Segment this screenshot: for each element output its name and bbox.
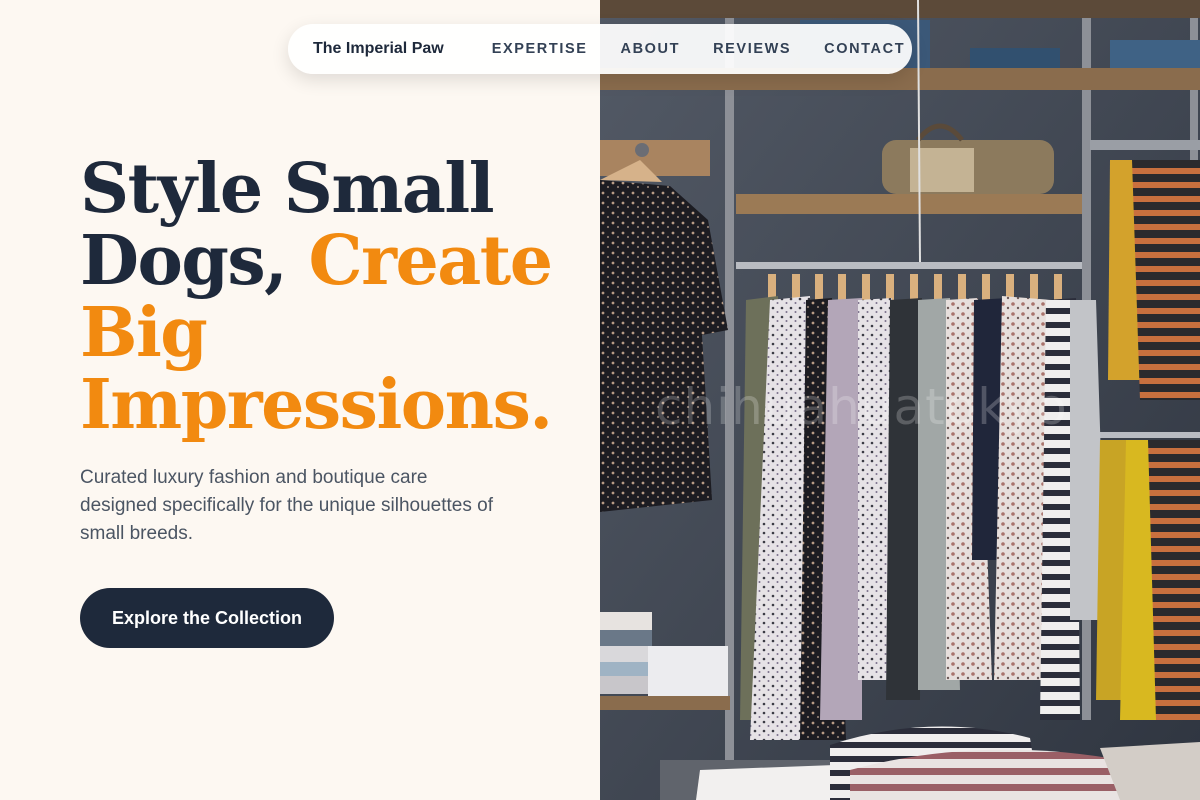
top-navigation: The Imperial Paw EXPERTISE ABOUT REVIEWS… [288,24,912,74]
headline-accent-impressions: Impressions. [80,365,553,445]
wardrobe-illustration [600,0,1200,800]
nav-link-reviews[interactable]: REVIEWS [713,41,791,57]
nav-link-about[interactable]: ABOUT [621,41,681,57]
nav-link-contact[interactable]: CONTACT [824,41,905,57]
headline-accent-big: Big [80,293,208,373]
hero-section: Style Small Dogs, Create Big Impressions… [0,0,600,800]
brand-logo-text[interactable]: The Imperial Paw [313,40,444,58]
headline-accent-create: Create [308,221,553,301]
headline-line-1: Style Small [80,149,495,229]
headline-line-2: Dogs, [80,221,309,301]
nav-link-expertise[interactable]: EXPERTISE [492,41,588,57]
explore-collection-button[interactable]: Explore the Collection [80,588,334,648]
hero-photo [600,0,1200,800]
hero-subtitle: Curated luxury fashion and boutique care… [80,467,493,544]
hero-headline: Style Small Dogs, Create Big Impressions… [80,153,600,441]
